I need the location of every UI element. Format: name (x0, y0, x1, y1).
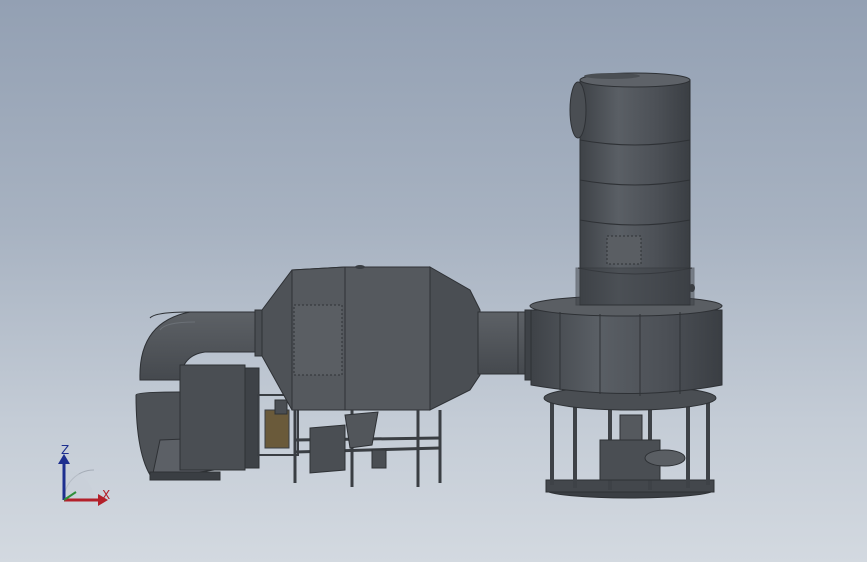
x-axis-label: X (102, 488, 111, 502)
treatment-tower[interactable] (529, 72, 723, 499)
blower-fan[interactable] (135, 309, 268, 481)
orientation-triad: Z X (48, 436, 118, 508)
cad-viewport[interactable]: Z X (0, 0, 867, 562)
connecting-duct[interactable] (477, 309, 534, 381)
z-axis-label: Z (61, 443, 70, 457)
assembly-model[interactable] (0, 0, 867, 562)
filter-housing[interactable] (261, 265, 481, 487)
